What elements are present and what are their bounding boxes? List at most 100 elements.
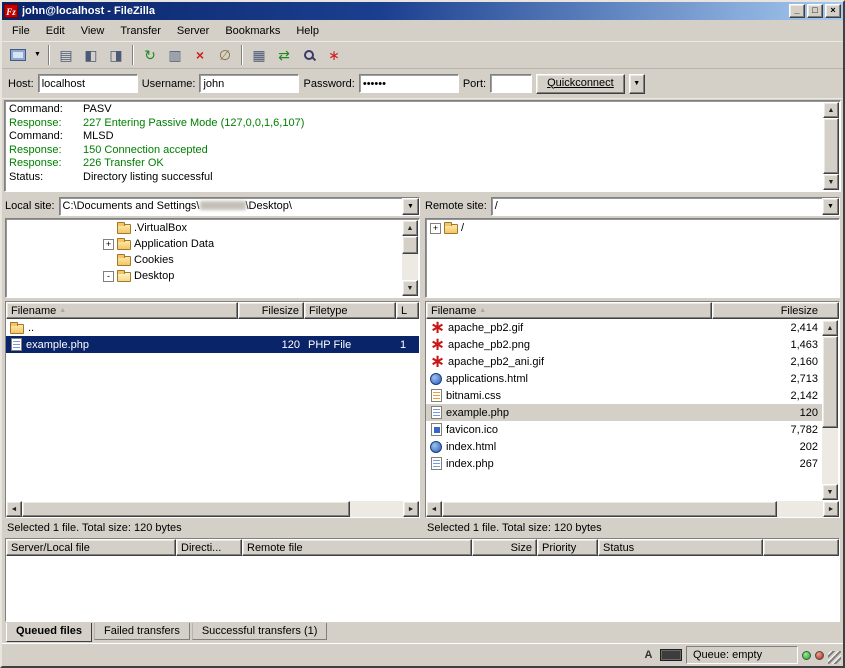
quickconnect-button[interactable]: Quickconnect [536, 74, 625, 94]
scroll-left-icon[interactable]: ◄ [426, 501, 442, 517]
scroll-up-icon[interactable]: ▲ [402, 220, 418, 236]
remote-list-hscrollbar[interactable]: ◄ ► [426, 501, 839, 517]
file-row-example-php[interactable]: example.php120PHP File1 [6, 336, 419, 353]
tree-item-desktop[interactable]: -Desktop [7, 268, 418, 284]
message-log-scrollbar[interactable]: ▲ ▼ [823, 102, 839, 190]
disconnect-icon[interactable]: ∅ [213, 44, 237, 66]
column-header-filename[interactable]: Filename▲ [426, 302, 712, 319]
file-row-bitnami-css[interactable]: bitnami.css2,142 [426, 387, 822, 404]
host-input[interactable] [38, 74, 138, 93]
scroll-up-icon[interactable]: ▲ [823, 102, 839, 118]
password-input[interactable] [359, 74, 459, 93]
synchronized-browsing-icon[interactable]: ⇄ [272, 44, 296, 66]
tab-queued-files[interactable]: Queued files [6, 623, 92, 642]
scroll-track[interactable] [823, 118, 839, 174]
encryption-icon[interactable] [660, 649, 682, 661]
site-manager-dropdown-icon[interactable]: ▼ [31, 44, 44, 66]
column-header-l[interactable]: L [396, 302, 419, 319]
tree-item-virtualbox[interactable]: .VirtualBox [7, 220, 418, 236]
scroll-track[interactable] [402, 236, 418, 280]
scroll-down-icon[interactable]: ▼ [823, 174, 839, 190]
tab-successful-transfers-1[interactable]: Successful transfers (1) [192, 623, 328, 640]
scroll-down-icon[interactable]: ▼ [402, 280, 418, 296]
toggle-message-log-icon[interactable]: ▤ [54, 44, 78, 66]
file-row-item[interactable]: .. [6, 319, 419, 336]
remote-list-header: Filename▲Filesize [426, 302, 839, 319]
filter-icon[interactable]: ∗ [322, 44, 346, 66]
scroll-track[interactable] [822, 336, 838, 484]
file-cell: 267 [712, 458, 822, 470]
port-input[interactable] [490, 74, 532, 93]
column-header-server-local-file[interactable]: Server/Local file [6, 539, 176, 556]
minimize-button[interactable]: _ [789, 4, 805, 18]
menu-server[interactable]: Server [169, 22, 217, 40]
log-line-text: 227 Entering Passive Mode (127,0,0,1,6,1… [83, 117, 304, 131]
local-site-combo[interactable]: C:\Documents and Settings\\Desktop\ ▼ [59, 197, 420, 216]
column-header-filetype[interactable]: Filetype [304, 302, 396, 319]
scroll-thumb[interactable] [402, 236, 418, 254]
column-header-priority[interactable]: Priority [537, 539, 598, 556]
scroll-up-icon[interactable]: ▲ [822, 320, 838, 336]
menu-view[interactable]: View [73, 22, 113, 40]
column-header-filesize[interactable]: Filesize [238, 302, 304, 319]
column-header-filename[interactable]: Filename▲ [6, 302, 238, 319]
tab-failed-transfers[interactable]: Failed transfers [94, 623, 190, 640]
site-manager-icon[interactable] [6, 44, 30, 66]
maximize-button[interactable]: □ [807, 4, 823, 18]
cancel-icon[interactable]: × [188, 44, 212, 66]
local-site-dropdown-icon[interactable]: ▼ [402, 198, 419, 215]
collapse-icon[interactable]: - [103, 271, 114, 282]
quickconnect-dropdown-icon[interactable]: ▼ [629, 74, 645, 94]
tree-item-application-data[interactable]: +Application Data [7, 236, 418, 252]
toggle-local-tree-icon[interactable]: ◧ [79, 44, 103, 66]
toggle-queue-icon[interactable]: ▥ [163, 44, 187, 66]
close-button[interactable]: × [825, 4, 841, 18]
local-list-hscrollbar[interactable]: ◄ ► [6, 501, 419, 517]
log-line-type: Command: [9, 103, 83, 117]
resize-grip[interactable] [828, 651, 841, 664]
file-row-example-php[interactable]: example.php120 [426, 404, 822, 421]
file-row-index-html[interactable]: index.html202 [426, 438, 822, 455]
file-row-favicon-ico[interactable]: favicon.ico7,782 [426, 421, 822, 438]
file-cell: 2,142 [712, 390, 822, 402]
scroll-track[interactable] [442, 501, 823, 517]
expand-icon[interactable]: + [103, 239, 114, 250]
toggle-remote-tree-icon[interactable]: ◨ [104, 44, 128, 66]
tree-item-cookies[interactable]: Cookies [7, 252, 418, 268]
menu-transfer[interactable]: Transfer [112, 22, 169, 40]
scroll-thumb[interactable] [822, 336, 838, 428]
menu-edit[interactable]: Edit [38, 22, 73, 40]
scroll-track[interactable] [22, 501, 403, 517]
expand-icon[interactable]: + [430, 223, 441, 234]
file-row-apache-pb2-ani-gif[interactable]: apache_pb2_ani.gif2,160 [426, 353, 822, 370]
remote-site-dropdown-icon[interactable]: ▼ [822, 198, 839, 215]
directory-compare-icon[interactable]: ▦ [247, 44, 271, 66]
file-row-apache-pb2-gif[interactable]: apache_pb2.gif2,414 [426, 319, 822, 336]
refresh-icon[interactable]: ↻ [138, 44, 162, 66]
remote-site-combo[interactable]: / ▼ [491, 197, 840, 216]
scroll-right-icon[interactable]: ► [403, 501, 419, 517]
tree-item-item[interactable]: +/ [427, 220, 838, 236]
file-row-apache-pb2-png[interactable]: apache_pb2.png1,463 [426, 336, 822, 353]
scroll-left-icon[interactable]: ◄ [6, 501, 22, 517]
scroll-thumb[interactable] [22, 501, 350, 517]
menu-file[interactable]: File [4, 22, 38, 40]
file-row-applications-html[interactable]: applications.html2,713 [426, 370, 822, 387]
remote-list-vscrollbar[interactable]: ▲ ▼ [822, 320, 838, 500]
menu-help[interactable]: Help [288, 22, 327, 40]
file-row-index-php[interactable]: index.php267 [426, 455, 822, 472]
scroll-down-icon[interactable]: ▼ [822, 484, 838, 500]
username-input[interactable] [199, 74, 299, 93]
column-header-filesize[interactable]: Filesize [712, 302, 839, 319]
column-header-status[interactable]: Status [598, 539, 763, 556]
column-header-remote-file[interactable]: Remote file [242, 539, 472, 556]
scroll-thumb[interactable] [442, 501, 777, 517]
scroll-right-icon[interactable]: ► [823, 501, 839, 517]
column-header-directi[interactable]: Directi... [176, 539, 242, 556]
local-tree-scrollbar[interactable]: ▲ ▼ [402, 220, 418, 296]
transfer-mode-icon[interactable]: A [641, 648, 656, 663]
scroll-thumb[interactable] [823, 118, 839, 174]
find-files-icon[interactable] [297, 44, 321, 66]
menu-bookmarks[interactable]: Bookmarks [217, 22, 288, 40]
column-header-size[interactable]: Size [472, 539, 537, 556]
